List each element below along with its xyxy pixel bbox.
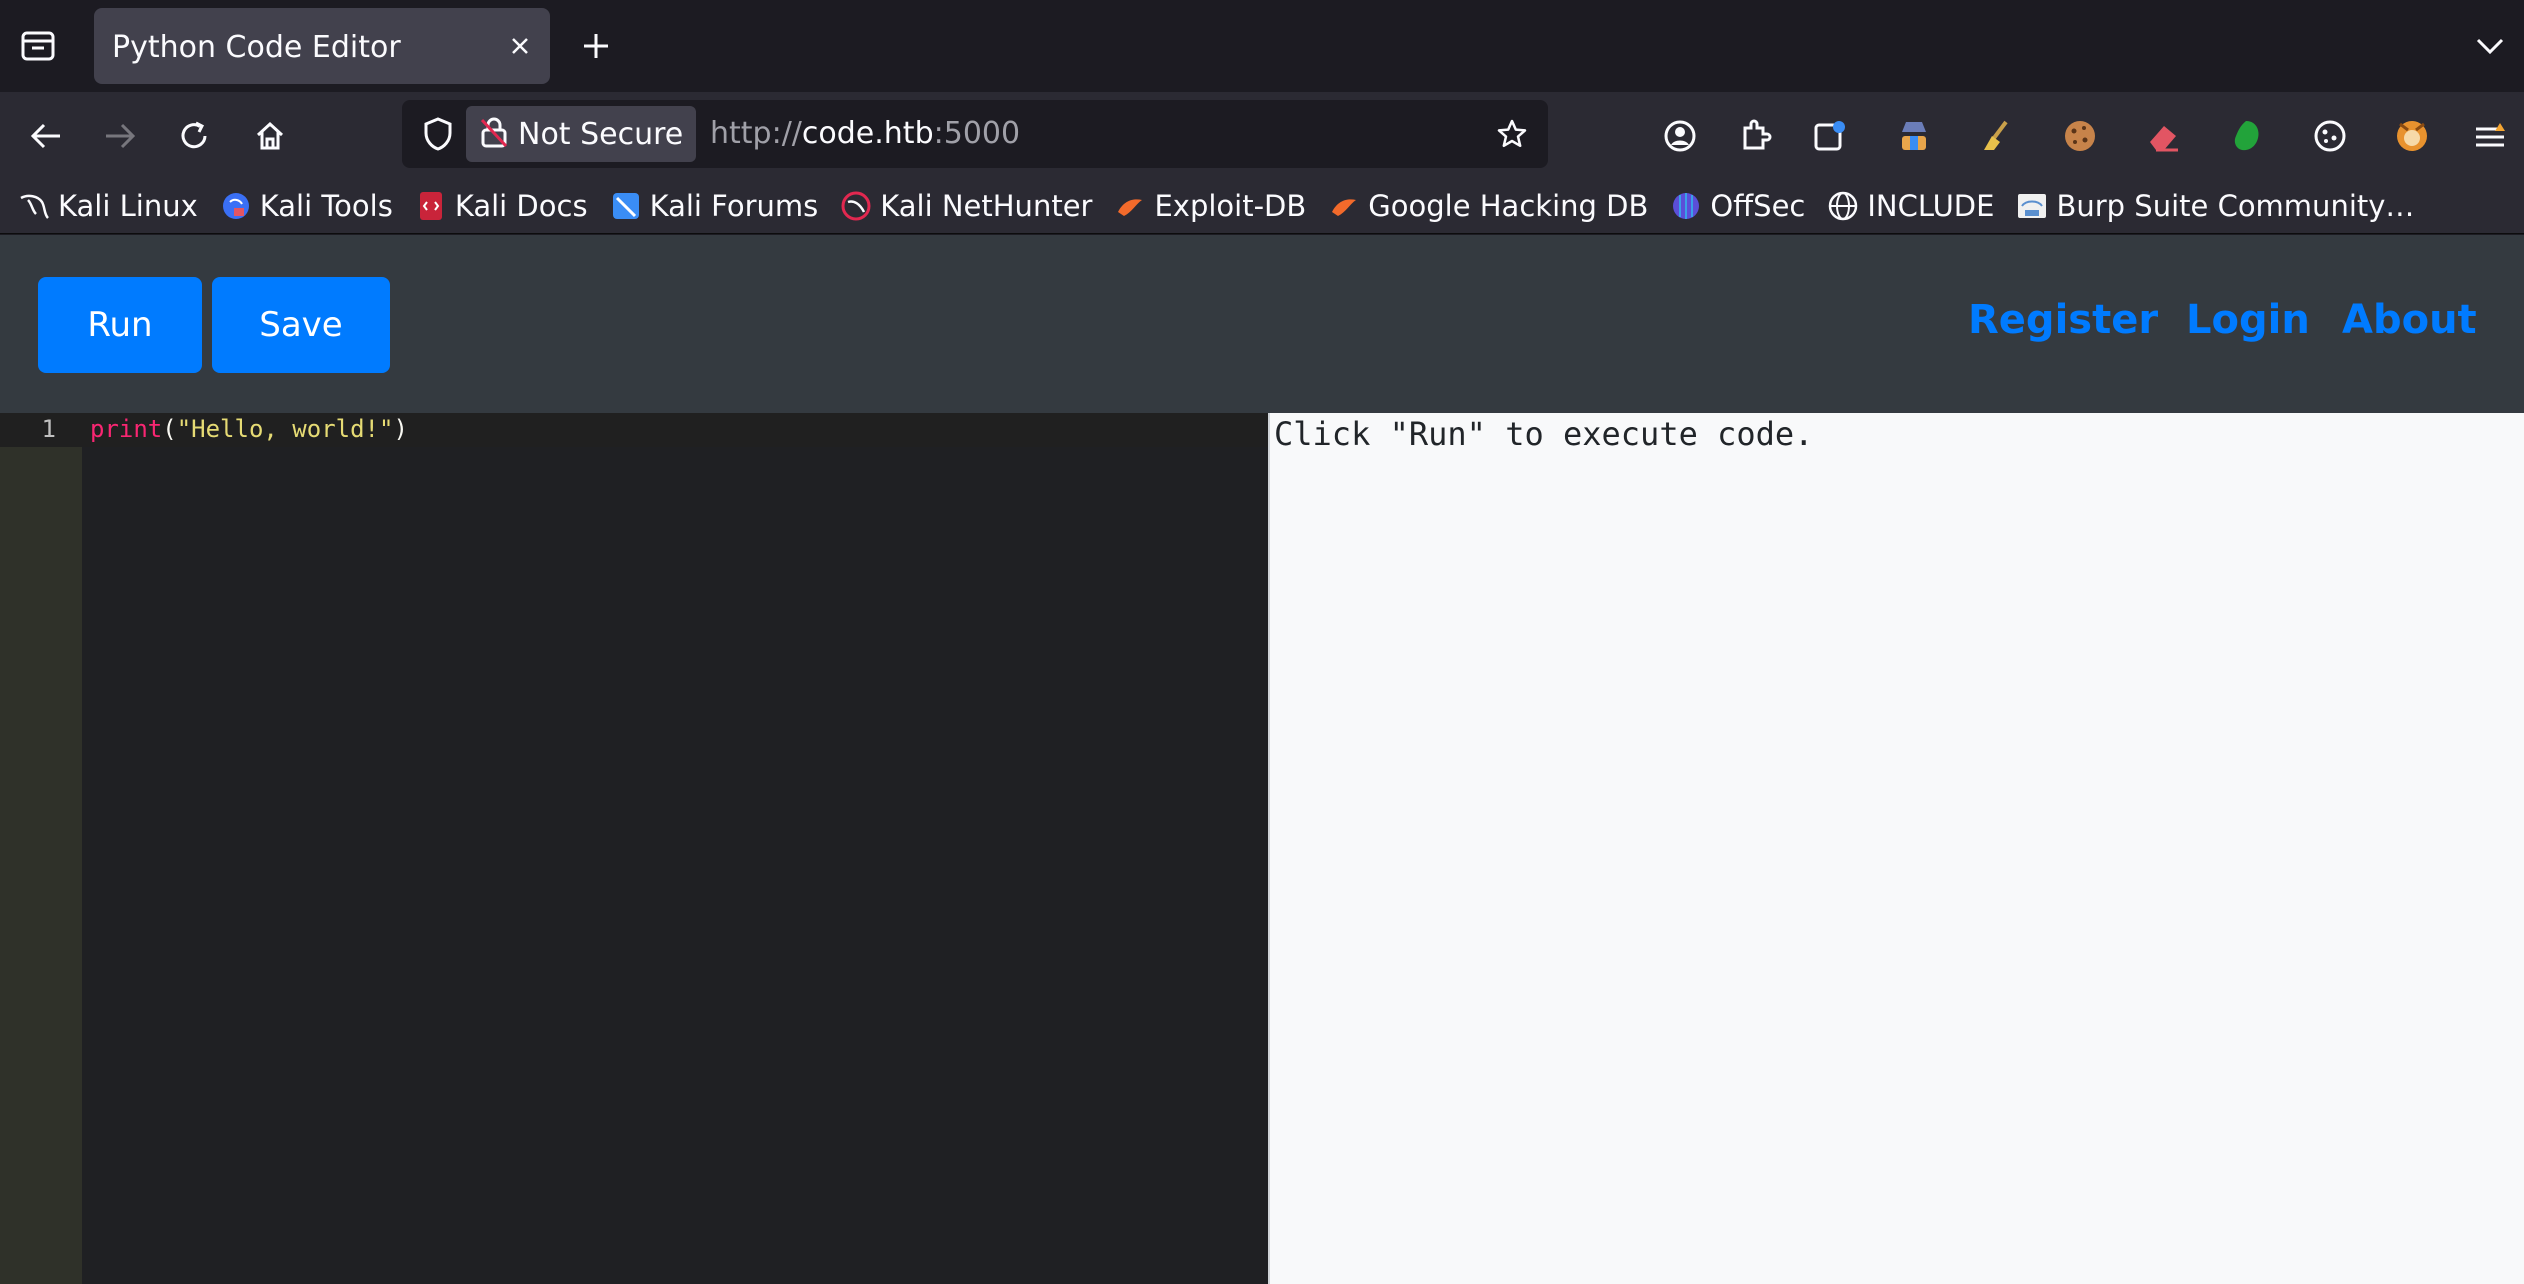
url-bar[interactable]: Not Secure http://code.htb:5000	[402, 100, 1548, 168]
bookmark-exploit-db[interactable]: Exploit-DB	[1114, 189, 1306, 223]
bookmark-kali-docs[interactable]: Kali Docs	[415, 189, 588, 223]
run-button[interactable]: Run	[38, 277, 202, 373]
offsec-icon	[1670, 190, 1702, 222]
bookmark-include[interactable]: INCLUDE	[1827, 189, 1994, 223]
detective-ext-icon[interactable]	[1888, 110, 1940, 162]
chevron-down-icon[interactable]	[2466, 24, 2514, 68]
bookmark-burp-suite[interactable]: Burp Suite Community…	[2016, 189, 2414, 223]
tab-strip: Python Code Editor	[0, 0, 2524, 92]
about-link[interactable]: About	[2342, 297, 2477, 343]
shield-icon[interactable]	[416, 112, 460, 156]
share-ext-icon[interactable]	[1804, 110, 1856, 162]
code-area[interactable]	[82, 413, 1268, 1284]
url-port: :5000	[933, 116, 1021, 151]
app-header: Run Save Register Login About	[0, 235, 2524, 413]
google-hacking-db-icon	[1328, 190, 1360, 222]
kali-tools-icon	[220, 190, 252, 222]
line-number-gutter	[0, 413, 82, 1284]
broom-ext-icon[interactable]	[1970, 110, 2022, 162]
forward-arrow-icon[interactable]	[94, 110, 146, 162]
burp-suite-icon	[2016, 190, 2048, 222]
bookmarks-toolbar: Kali Linux Kali Tools Kali Docs Kali For…	[0, 178, 2524, 234]
security-label: Not Secure	[518, 116, 684, 152]
home-icon[interactable]	[244, 110, 296, 162]
site-security-badge[interactable]: Not Secure	[466, 106, 696, 162]
bookmark-kali-linux[interactable]: Kali Linux	[18, 189, 198, 223]
register-link[interactable]: Register	[1968, 297, 2158, 343]
bookmark-star-icon[interactable]	[1490, 112, 1534, 156]
url-text[interactable]: http://code.htb:5000	[710, 116, 1020, 151]
kali-docs-icon	[415, 190, 447, 222]
back-arrow-icon[interactable]	[20, 110, 72, 162]
code-paren-open: (	[162, 415, 177, 443]
url-host: code.htb	[801, 116, 934, 151]
code-editor[interactable]: 1 print("Hello, world!")	[0, 413, 1268, 1284]
account-icon[interactable]	[1654, 110, 1706, 162]
kali-forums-icon	[610, 190, 642, 222]
navigation-toolbar: Not Secure http://code.htb:5000	[0, 92, 2524, 178]
eraser-ext-icon[interactable]	[2138, 110, 2190, 162]
browser-tab[interactable]: Python Code Editor	[94, 8, 550, 84]
bookmark-kali-tools[interactable]: Kali Tools	[220, 189, 393, 223]
green-ext-icon[interactable]	[2220, 110, 2272, 162]
cookie-editor-icon[interactable]	[2304, 110, 2356, 162]
code-function: print	[90, 415, 163, 443]
url-prefix: http://	[710, 116, 802, 151]
broken-lock-icon	[480, 116, 508, 152]
kali-dragon-icon	[18, 190, 50, 222]
save-button[interactable]: Save	[212, 277, 390, 373]
globe-icon	[1827, 190, 1859, 222]
firefox-view-icon[interactable]	[14, 24, 62, 68]
bookmark-kali-forums[interactable]: Kali Forums	[610, 189, 818, 223]
reload-icon[interactable]	[168, 110, 220, 162]
bookmark-google-hacking-db[interactable]: Google Hacking DB	[1328, 189, 1648, 223]
new-tab-icon[interactable]	[572, 24, 620, 68]
tab-title: Python Code Editor	[112, 30, 401, 65]
app-menu-icon[interactable]	[2464, 110, 2516, 162]
output-text: Click "Run" to execute code.	[1274, 415, 1814, 453]
foxyproxy-icon[interactable]	[2386, 110, 2438, 162]
cookie-ext-icon[interactable]	[2054, 110, 2106, 162]
extensions-puzzle-icon[interactable]	[1730, 110, 1782, 162]
close-icon[interactable]	[502, 28, 538, 64]
code-paren-close: )	[393, 415, 408, 443]
line-number: 1	[41, 415, 56, 443]
bookmark-kali-nethunter[interactable]: Kali NetHunter	[840, 189, 1092, 223]
code-line[interactable]: print("Hello, world!")	[90, 415, 408, 443]
exploit-db-icon	[1114, 190, 1146, 222]
output-panel: Click "Run" to execute code.	[1270, 413, 2524, 1284]
kali-nethunter-icon	[840, 190, 872, 222]
login-link[interactable]: Login	[2186, 297, 2310, 343]
bookmark-offsec[interactable]: OffSec	[1670, 189, 1805, 223]
code-string: "Hello, world!"	[176, 415, 394, 443]
